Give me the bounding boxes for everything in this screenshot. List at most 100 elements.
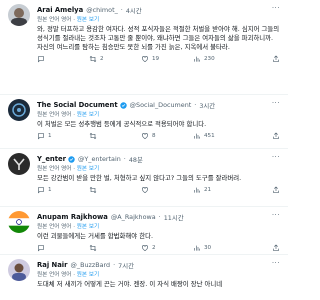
repost-button[interactable]: 2 <box>89 55 141 63</box>
views-icon <box>194 133 200 139</box>
views-count: 21 <box>204 186 212 193</box>
author-name[interactable]: Anupam Rajkhowa <box>37 213 108 221</box>
post[interactable]: Y_enter @Y_entertain · 48분 ··· 원본 언어 영어 … <box>0 149 288 207</box>
views-icon <box>194 245 200 251</box>
translation-note: 원본 언어 영어 · 원본 보기 <box>37 166 100 172</box>
reply-feed: Arai Amelya @chimot_ · 4시간 ··· 원본 언어 영어 … <box>0 0 288 300</box>
repost-icon <box>89 132 97 139</box>
like-icon <box>142 244 148 251</box>
views-button[interactable]: 230 <box>193 55 245 63</box>
post-time[interactable]: 11시간 <box>164 213 184 222</box>
show-original-link[interactable]: 원본 보기 <box>77 17 99 23</box>
author-handle[interactable]: @_BuzzBard <box>70 261 110 269</box>
dot-separator: · <box>123 155 126 163</box>
reply-count: 1 <box>48 132 52 139</box>
reply-icon <box>38 187 44 194</box>
reply-button[interactable]: 1 <box>37 186 89 194</box>
like-button[interactable] <box>141 186 193 194</box>
translation-label: 원본 언어 영어 <box>37 224 72 230</box>
author-name[interactable]: Y_enter <box>37 155 66 163</box>
post-text: 모든 강간범이 받을 만한 벌, 처형하고 싶지 않다고? 그들의 도구를 잘라… <box>37 174 242 182</box>
action-bar: 1 8 451 <box>37 129 280 142</box>
more-icon[interactable]: ··· <box>272 259 280 267</box>
views-button[interactable]: 30 <box>193 244 245 252</box>
translation-label: 원본 언어 영어 <box>37 17 72 23</box>
author-handle[interactable]: @Y_entertain <box>78 155 121 163</box>
action-bar: 2 30 <box>37 241 280 254</box>
repost-button[interactable] <box>89 244 141 252</box>
translation-label: 원본 언어 영어 <box>37 112 72 118</box>
avatar[interactable] <box>8 259 30 281</box>
post-time[interactable]: 3시간 <box>199 101 215 110</box>
reply-icon <box>38 56 44 63</box>
like-count: 2 <box>152 244 156 251</box>
post-time[interactable]: 7시간 <box>118 261 134 270</box>
like-button[interactable]: 8 <box>141 132 193 140</box>
reply-button[interactable]: 1 <box>37 132 89 140</box>
avatar[interactable] <box>8 4 30 26</box>
share-button[interactable] <box>272 244 280 252</box>
verified-badge-icon <box>119 101 127 109</box>
share-icon <box>273 244 279 251</box>
avatar[interactable] <box>8 153 30 175</box>
show-original-link[interactable]: 원본 보기 <box>77 224 99 230</box>
translation-note: 원본 언어 영어 · 원본 보기 <box>37 17 100 23</box>
reply-button[interactable] <box>37 55 89 63</box>
dot-separator: · <box>113 261 116 269</box>
author-handle[interactable]: @A_Rajkhowa <box>111 213 156 221</box>
post[interactable]: The Social Document @Social_Document · 3… <box>0 95 288 149</box>
translation-note: 원본 언어 영어 · 원본 보기 <box>37 272 100 278</box>
like-icon <box>142 186 148 193</box>
share-icon <box>273 55 279 63</box>
views-icon <box>194 56 200 62</box>
reply-count: 1 <box>48 186 52 193</box>
views-icon <box>194 187 200 193</box>
post-time[interactable]: 48분 <box>129 155 143 164</box>
like-button[interactable]: 2 <box>141 244 193 252</box>
author-handle[interactable]: @chimot_ <box>86 6 118 14</box>
repost-icon <box>89 55 97 63</box>
post[interactable]: Arai Amelya @chimot_ · 4시간 ··· 원본 언어 영어 … <box>0 0 288 95</box>
action-bar: 1 21 <box>37 183 280 196</box>
repost-count: 2 <box>100 56 104 63</box>
repost-icon <box>89 186 97 193</box>
dot-separator: · <box>120 6 123 14</box>
repost-button[interactable] <box>89 132 141 140</box>
views-button[interactable]: 451 <box>193 132 245 140</box>
reply-button[interactable] <box>37 244 89 252</box>
translation-note: 원본 언어 영어 · 원본 보기 <box>37 224 100 230</box>
repost-button[interactable] <box>89 186 141 194</box>
share-button[interactable] <box>272 55 280 63</box>
more-icon[interactable]: ··· <box>272 211 280 219</box>
views-count: 30 <box>204 244 212 251</box>
share-button[interactable] <box>272 186 280 194</box>
author-handle[interactable]: @Social_Document <box>130 101 192 109</box>
show-original-link[interactable]: 원본 보기 <box>77 112 99 118</box>
avatar[interactable] <box>8 211 30 233</box>
more-icon[interactable]: ··· <box>272 99 280 107</box>
reply-icon <box>38 245 44 252</box>
show-original-link[interactable]: 원본 보기 <box>77 272 99 278</box>
post-time[interactable]: 4시간 <box>126 6 142 15</box>
like-button[interactable]: 19 <box>141 55 193 63</box>
more-icon[interactable]: ··· <box>272 4 280 12</box>
repost-icon <box>89 244 97 251</box>
post[interactable]: Raj Nair @_BuzzBard · 7시간 ··· 원본 언어 영어 ·… <box>0 255 288 300</box>
post-text: 와, 정말 터프하고 용감한 여자다. 성적 포식자들은 적절한 처벌을 받아야… <box>37 25 280 52</box>
share-button[interactable] <box>272 132 280 140</box>
like-icon <box>142 132 148 139</box>
post[interactable]: Anupam Rajkhowa @A_Rajkhowa · 11시간 ··· 원… <box>0 207 288 255</box>
more-icon[interactable]: ··· <box>272 153 280 161</box>
show-original-link[interactable]: 원본 보기 <box>77 166 99 172</box>
views-count: 230 <box>204 56 215 63</box>
author-name[interactable]: The Social Document <box>37 101 118 109</box>
avatar[interactable] <box>8 99 30 121</box>
share-icon <box>273 186 279 193</box>
post-text: 도대체 저 새끼가 어떻게 끈는 거야. 젠장. 이 자식 배짱이 장난 아니네 <box>37 280 223 288</box>
views-count: 451 <box>204 132 215 139</box>
like-count: 19 <box>152 56 160 63</box>
translation-label: 원본 언어 영어 <box>37 166 72 172</box>
views-button[interactable]: 21 <box>193 186 245 194</box>
author-name[interactable]: Arai Amelya <box>37 6 83 14</box>
author-name[interactable]: Raj Nair <box>37 261 67 269</box>
